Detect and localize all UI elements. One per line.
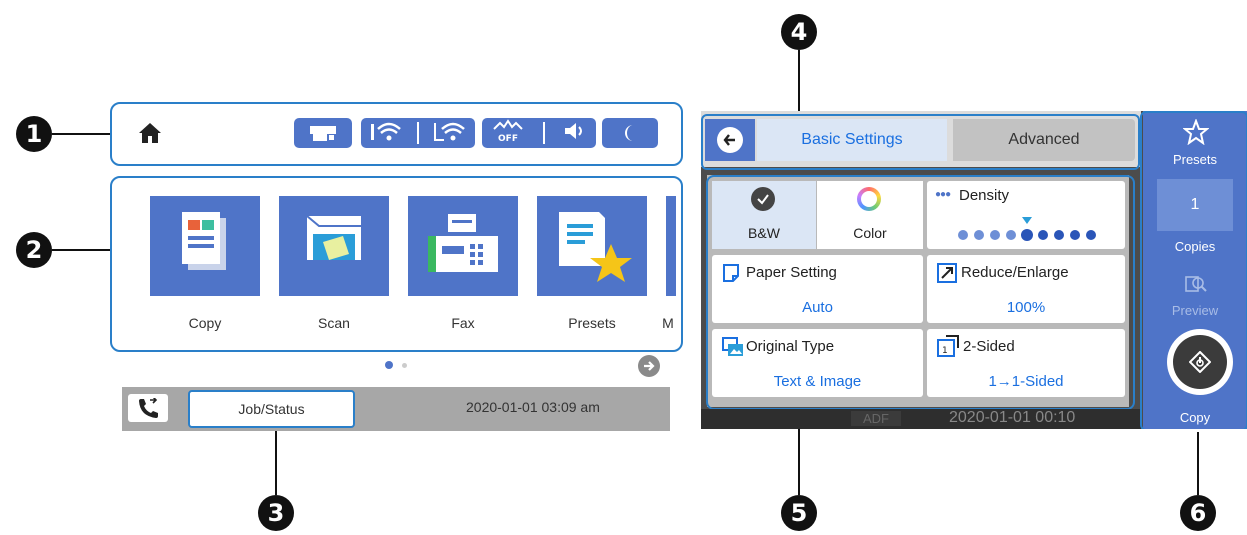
status-bar: OFF <box>110 102 683 166</box>
eco-volume-status[interactable]: OFF <box>482 118 596 148</box>
fax-app-tile[interactable] <box>408 196 518 296</box>
callout-3: 3 <box>258 495 294 531</box>
sleep-icon[interactable] <box>602 118 658 148</box>
adf-label: ADF <box>851 411 901 426</box>
more-app-tile[interactable] <box>666 196 676 296</box>
network-status[interactable] <box>361 118 475 148</box>
callout-line-2 <box>52 249 110 251</box>
callout-6: 6 <box>1180 495 1216 531</box>
fax-status-button[interactable] <box>128 394 168 422</box>
svg-text:OFF: OFF <box>498 134 518 143</box>
home-icon[interactable] <box>138 122 162 144</box>
wifi-direct-icon <box>368 120 404 147</box>
fax-icon <box>428 214 498 272</box>
eco-off-icon: OFF <box>490 118 526 148</box>
callout-5: 5 <box>781 495 817 531</box>
page-dot-active <box>385 361 393 369</box>
page-dot <box>402 363 407 368</box>
app-area: Copy Scan Fax Presets M <box>110 176 683 352</box>
home-datetime: 2020-01-01 03:09 am <box>466 399 600 415</box>
presets-app-label: Presets <box>568 315 616 331</box>
callout-line-1 <box>52 133 110 135</box>
arrow-right-icon <box>644 361 655 371</box>
callout-line-3 <box>275 428 277 495</box>
divider <box>416 122 419 144</box>
presets-app-tile[interactable] <box>537 196 647 296</box>
more-app-label: M <box>662 315 674 331</box>
bottom-bar: Job/Status 2020-01-01 03:09 am <box>122 387 670 431</box>
callout-line-4 <box>798 50 800 114</box>
callout-4: 4 <box>781 14 817 50</box>
tabs-highlight <box>701 114 1140 170</box>
job-status-button[interactable]: Job/Status <box>188 390 355 428</box>
divider <box>542 122 545 144</box>
callout-2: 2 <box>16 232 52 268</box>
copy-app-label: Copy <box>188 315 222 331</box>
copy-datetime: 2020-01-01 00:10 <box>949 409 1076 426</box>
settings-highlight <box>706 175 1135 410</box>
wifi-icon <box>432 120 468 147</box>
presets-icon <box>559 212 632 282</box>
printer-icon[interactable] <box>294 118 352 148</box>
copy-app-tile[interactable] <box>150 196 260 296</box>
scan-app-tile[interactable] <box>279 196 389 296</box>
next-page-button[interactable] <box>638 355 660 377</box>
side-panel-highlight <box>1140 111 1247 429</box>
copy-icon <box>182 212 226 270</box>
job-status-label: Job/Status <box>238 401 305 417</box>
home-screen: OFF Copy Scan Fax Presets M Job/Status 2… <box>110 100 685 435</box>
scan-app-label: Scan <box>318 315 350 331</box>
fax-app-label: Fax <box>451 315 475 331</box>
callout-line-6 <box>1197 432 1199 495</box>
callout-1: 1 <box>16 116 52 152</box>
scan-icon <box>306 215 361 260</box>
fax-status-icon <box>139 398 158 418</box>
volume-icon <box>562 121 588 146</box>
copy-screen: Basic Settings Advanced B&W Color ●●● De… <box>701 111 1247 429</box>
